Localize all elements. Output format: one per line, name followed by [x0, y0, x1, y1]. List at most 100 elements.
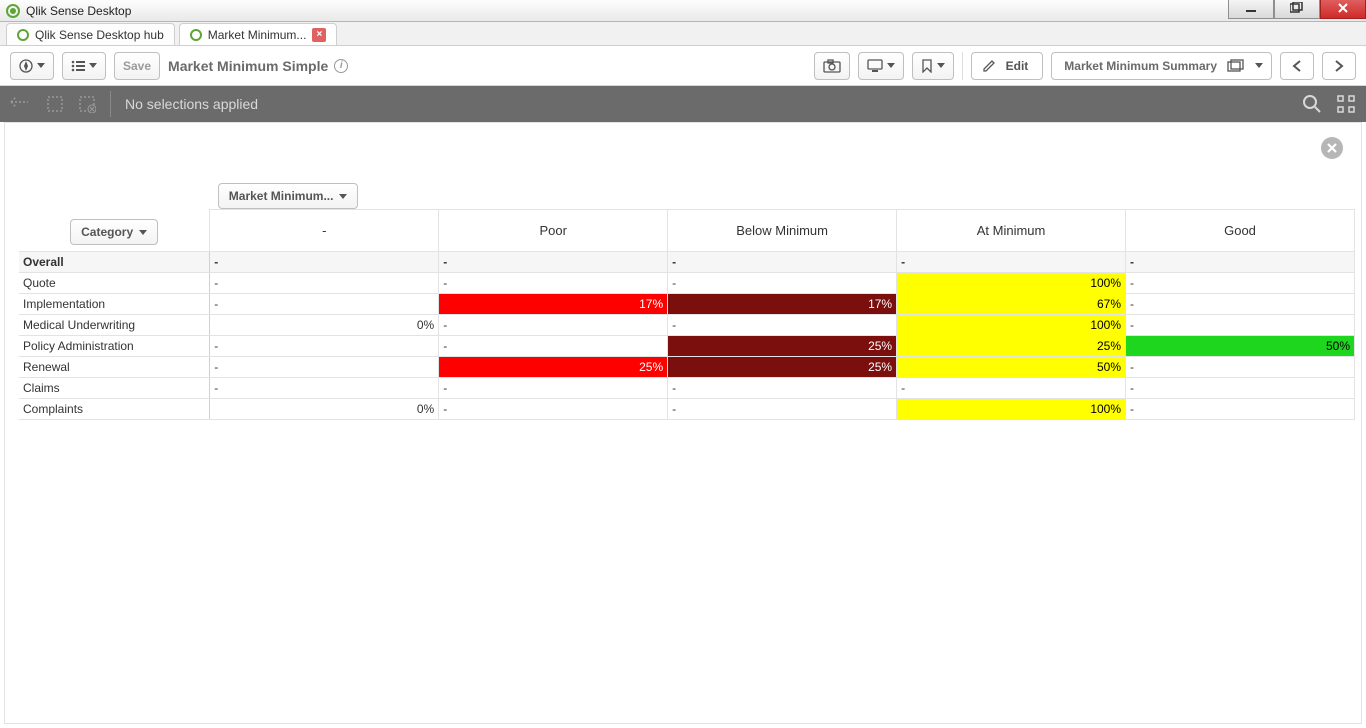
table-row[interactable]: Medical Underwriting0%--100%- — [19, 315, 1355, 336]
cell[interactable]: 100% — [897, 399, 1126, 420]
window-titlebar: Qlik Sense Desktop — [0, 0, 1366, 22]
sheet-navigator[interactable]: Market Minimum Summary — [1051, 52, 1272, 80]
row-label[interactable]: Claims — [19, 378, 210, 399]
tab-label: Market Minimum... — [208, 28, 307, 42]
cell[interactable]: - — [210, 378, 439, 399]
camera-icon — [823, 59, 841, 73]
cell[interactable]: - — [210, 252, 439, 273]
cell[interactable]: 17% — [668, 294, 897, 315]
compass-icon — [19, 59, 33, 73]
cell[interactable]: - — [1126, 315, 1355, 336]
cell[interactable]: - — [210, 273, 439, 294]
cell[interactable]: - — [668, 399, 897, 420]
maximize-button[interactable] — [1274, 0, 1320, 19]
table-row[interactable]: Implementation-17%17%67%- — [19, 294, 1355, 315]
cell[interactable]: - — [1126, 252, 1355, 273]
table-row[interactable]: Renewal-25%25%50%- — [19, 357, 1355, 378]
pivot-table[interactable]: Category Market Minimum... - Poor Be — [19, 177, 1355, 420]
object-close-button[interactable] — [1321, 137, 1343, 159]
prev-sheet-button[interactable] — [1280, 52, 1314, 80]
row-label[interactable]: Complaints — [19, 399, 210, 420]
qlik-icon — [190, 29, 202, 41]
search-button[interactable] — [1302, 94, 1322, 114]
row-label[interactable]: Medical Underwriting — [19, 315, 210, 336]
row-label[interactable]: Implementation — [19, 294, 210, 315]
snapshot-button[interactable] — [814, 52, 850, 80]
cell[interactable]: 0% — [210, 399, 439, 420]
cell[interactable]: - — [668, 252, 897, 273]
cell[interactable]: - — [439, 273, 668, 294]
table-row[interactable]: Quote---100%- — [19, 273, 1355, 294]
app-icon — [6, 4, 20, 18]
cell[interactable]: - — [439, 336, 668, 357]
bookmark-button[interactable] — [912, 52, 954, 80]
cell[interactable]: - — [210, 357, 439, 378]
table-row[interactable]: Complaints0%--100%- — [19, 399, 1355, 420]
table-row[interactable]: Overall----- — [19, 252, 1355, 273]
cell[interactable]: - — [668, 315, 897, 336]
cell[interactable]: 100% — [897, 273, 1126, 294]
selections-tool-button[interactable] — [1336, 94, 1356, 114]
cell[interactable]: 50% — [897, 357, 1126, 378]
global-menu-button[interactable] — [10, 52, 54, 80]
column-header[interactable]: Below Minimum — [668, 210, 897, 252]
minimize-button[interactable] — [1228, 0, 1274, 19]
cell[interactable]: - — [1126, 399, 1355, 420]
cell[interactable]: - — [439, 378, 668, 399]
selection-forward-button[interactable] — [46, 95, 64, 113]
table-row[interactable]: Claims----- — [19, 378, 1355, 399]
column-header[interactable]: Good — [1126, 210, 1355, 252]
cell[interactable]: - — [439, 315, 668, 336]
cell[interactable]: - — [1126, 294, 1355, 315]
row-label[interactable]: Quote — [19, 273, 210, 294]
save-button[interactable]: Save — [114, 52, 160, 80]
cell[interactable]: - — [1126, 378, 1355, 399]
selection-text: No selections applied — [125, 96, 258, 112]
selection-back-button[interactable] — [10, 94, 32, 114]
cell[interactable]: 0% — [210, 315, 439, 336]
cell[interactable]: - — [668, 378, 897, 399]
tab-close-button[interactable]: × — [312, 28, 326, 42]
chevron-down-icon — [89, 63, 97, 68]
view-menu-button[interactable] — [62, 52, 106, 80]
cell[interactable]: 50% — [1126, 336, 1355, 357]
chevron-down-icon — [887, 63, 895, 68]
qlik-icon — [17, 29, 29, 41]
cell[interactable]: 25% — [668, 336, 897, 357]
info-icon[interactable]: i — [334, 59, 348, 73]
cell[interactable]: 100% — [897, 315, 1126, 336]
cell[interactable]: - — [1126, 273, 1355, 294]
tab-market-minimum[interactable]: Market Minimum... × — [179, 23, 338, 45]
cell[interactable]: - — [210, 336, 439, 357]
column-header[interactable]: Poor — [439, 210, 668, 252]
tab-hub[interactable]: Qlik Sense Desktop hub — [6, 23, 175, 45]
row-dimension-button[interactable]: Category — [70, 219, 158, 245]
clear-selections-button[interactable] — [78, 95, 96, 113]
cell[interactable]: 25% — [668, 357, 897, 378]
chevron-down-icon — [1255, 63, 1263, 68]
row-label[interactable]: Overall — [19, 252, 210, 273]
row-label[interactable]: Renewal — [19, 357, 210, 378]
cell[interactable]: - — [668, 273, 897, 294]
window-close-button[interactable] — [1320, 0, 1366, 19]
column-dimension-button[interactable]: Market Minimum... — [218, 183, 359, 209]
cell[interactable]: 25% — [439, 357, 668, 378]
cell[interactable]: - — [897, 378, 1126, 399]
cell[interactable]: - — [439, 399, 668, 420]
bookmark-icon — [921, 59, 933, 73]
edit-button[interactable]: Edit — [971, 52, 1044, 80]
next-sheet-button[interactable] — [1322, 52, 1356, 80]
row-label[interactable]: Policy Administration — [19, 336, 210, 357]
cell[interactable]: 17% — [439, 294, 668, 315]
cell[interactable]: - — [1126, 357, 1355, 378]
cell[interactable]: - — [210, 294, 439, 315]
device-preview-button[interactable] — [858, 52, 904, 80]
cell[interactable]: 25% — [897, 336, 1126, 357]
cell[interactable]: - — [439, 252, 668, 273]
column-header[interactable]: - — [210, 210, 439, 252]
chevron-down-icon — [937, 63, 945, 68]
column-header[interactable]: At Minimum — [897, 210, 1126, 252]
table-row[interactable]: Policy Administration--25%25%50% — [19, 336, 1355, 357]
cell[interactable]: 67% — [897, 294, 1126, 315]
cell[interactable]: - — [897, 252, 1126, 273]
